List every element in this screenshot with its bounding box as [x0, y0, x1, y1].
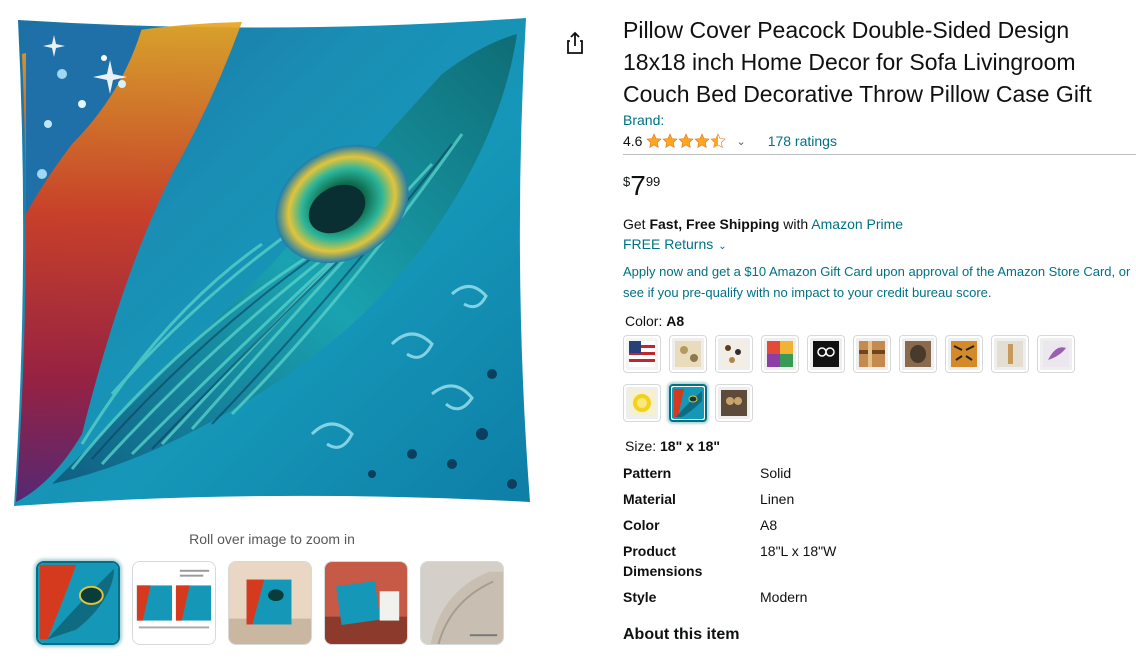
thumbnail-strip — [36, 561, 504, 645]
price-whole: 7 — [630, 170, 646, 201]
share-icon[interactable] — [562, 30, 588, 56]
color-label-text: Color: — [625, 313, 667, 329]
spec-key: Pattern — [623, 465, 672, 481]
color-swatch-coffee[interactable] — [715, 335, 753, 373]
spec-key: Material — [623, 491, 676, 507]
shipping-bold: Fast, Free Shipping — [649, 216, 780, 232]
divider — [623, 154, 1136, 155]
ratings-count-link[interactable]: 178 ratings — [768, 133, 837, 149]
about-section-heading: About this item — [623, 626, 740, 643]
price: $ 7 99 — [623, 171, 1136, 203]
star-full-icon — [662, 133, 679, 148]
rating-row: 4.6 ⌄ 178 ratings — [623, 130, 1136, 152]
free-returns-link[interactable]: FREE Returns ⌄ — [623, 234, 1136, 257]
spec-row: Pattern Solid — [623, 463, 983, 489]
color-swatch-owls[interactable] — [715, 384, 753, 422]
shipping-line: Get Fast, Free Shipping with Amazon Prim… — [623, 214, 1136, 234]
spec-row: Style Modern — [623, 587, 983, 613]
spec-key: Color — [623, 517, 660, 533]
color-swatch-rainbow[interactable] — [761, 335, 799, 373]
returns-chevron-icon: ⌄ — [718, 241, 727, 252]
color-label: Color: A8 — [625, 313, 1136, 329]
spec-key: Product Dimensions — [623, 543, 703, 579]
color-swatch-purple-bird[interactable] — [1037, 335, 1075, 373]
color-swatch-elephant[interactable] — [899, 335, 937, 373]
price-symbol: $ — [623, 174, 631, 189]
spec-value: Solid — [760, 465, 792, 481]
spec-row: Product Dimensions 18"L x 18"W — [623, 541, 983, 587]
thumbnail-3[interactable] — [228, 561, 312, 645]
star-half-icon — [710, 133, 727, 148]
product-title: Pillow Cover Peacock Double-Sided Design… — [623, 17, 1092, 107]
size-label: Size: 18" x 18" — [625, 438, 1136, 454]
brand-link[interactable]: Brand: — [623, 110, 1136, 130]
thumbnail-1[interactable] — [36, 561, 120, 645]
color-swatch-giraffe[interactable] — [991, 335, 1029, 373]
product-details: Pillow Cover Peacock Double-Sided Design… — [623, 14, 1136, 644]
color-swatch-black-owl[interactable] — [807, 335, 845, 373]
spec-row: Material Linen — [623, 489, 983, 515]
zoom-hint: Roll over image to zoom in — [189, 531, 355, 547]
thumbnail-5[interactable] — [420, 561, 504, 645]
main-product-image[interactable] — [12, 14, 532, 519]
free-returns-label: FREE Returns — [623, 236, 714, 252]
size-label-text: Size: — [625, 438, 661, 454]
color-value: A8 — [666, 313, 685, 329]
color-swatch-flag[interactable] — [623, 335, 661, 373]
color-swatch-lemon[interactable] — [623, 384, 661, 422]
color-swatch-tiger[interactable] — [945, 335, 983, 373]
spec-key: Style — [623, 589, 657, 605]
product-specs-table: Pattern Solid Material Linen Color A8 Pr… — [623, 463, 983, 613]
spec-value: Linen — [760, 491, 795, 507]
color-swatch-peacock[interactable] — [669, 384, 707, 422]
store-card-promo-link[interactable]: Apply now and get a $10 Amazon Gift Card… — [623, 261, 1136, 303]
shipping-prefix: Get — [623, 216, 650, 232]
spec-row: Color A8 — [623, 515, 983, 541]
rating-stars[interactable] — [646, 133, 727, 149]
spec-value: 18"L x 18"W — [760, 543, 837, 559]
thumbnail-2[interactable] — [132, 561, 216, 645]
star-full-icon — [694, 133, 711, 148]
size-value: 18" x 18" — [660, 438, 721, 454]
price-fraction: 99 — [645, 174, 661, 189]
color-swatch-brown-patchwork[interactable] — [853, 335, 891, 373]
prime-link[interactable]: Amazon Prime — [811, 216, 903, 232]
thumbnail-4[interactable] — [324, 561, 408, 645]
star-full-icon — [646, 133, 663, 148]
rating-chevron-icon[interactable]: ⌄ — [736, 135, 745, 148]
shipping-mid: with — [779, 216, 812, 232]
color-swatch-beige-pattern[interactable] — [669, 335, 707, 373]
spec-value: Modern — [760, 589, 808, 605]
star-full-icon — [678, 133, 695, 148]
color-swatches — [623, 335, 1103, 422]
spec-value: A8 — [760, 517, 778, 533]
rating-value: 4.6 — [623, 133, 643, 149]
